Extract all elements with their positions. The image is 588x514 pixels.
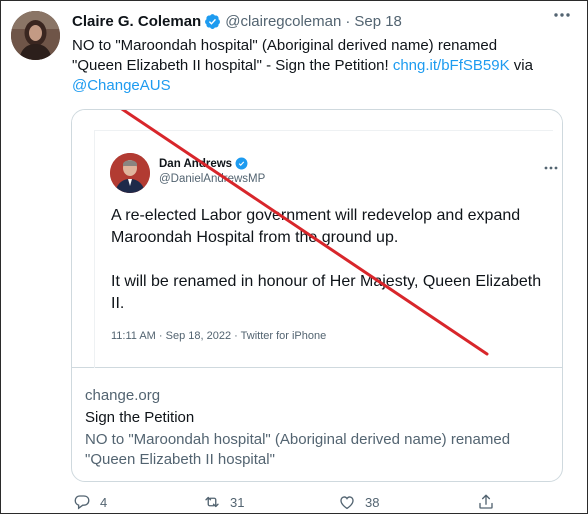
embedded-more-icon [543,160,559,170]
card-domain: change.org [85,387,161,404]
author-name[interactable]: Claire G. Coleman [72,12,201,31]
more-options-icon[interactable] [547,5,577,25]
verified-badge-icon [204,13,221,30]
card-title: Sign the Petition [85,409,195,426]
share-button[interactable] [477,493,504,511]
tweet-text-via: via [509,57,533,74]
tweet-date[interactable]: Sep 18 [354,12,402,31]
card-info: change.org Sign the Petition NO to "Maro… [85,386,555,470]
card-description: NO to "Maroondah hospital" (Aboriginal d… [85,431,511,468]
retweet-button[interactable]: 31 [203,493,244,511]
like-count: 38 [365,494,380,510]
petition-link[interactable]: chng.it/bFfSB59K [393,57,510,74]
author-handle[interactable]: @clairegcoleman [225,12,341,31]
retweet-count: 31 [230,494,245,510]
card-image[interactable]: Dan Andrews @DanielAndrewsMP A re-electe… [72,110,562,368]
reply-count: 4 [100,494,108,510]
action-bar: 4 31 38 [73,493,513,513]
embedded-author-name: Dan Andrews [159,157,248,170]
like-icon [340,496,354,510]
link-card[interactable]: Dan Andrews @DanielAndrewsMP A re-electe… [71,109,563,482]
embedded-tweet-meta: 11:11 AM · Sep 18, 2022 · Twitter for iP… [111,330,327,342]
embedded-author-name-text: Dan Andrews [159,157,233,170]
avatar[interactable] [11,11,60,60]
tweet-header: Claire G. Coleman @clairegcoleman · Sep … [72,12,402,31]
share-icon [479,494,493,509]
mention-link[interactable]: @ChangeAUS [72,77,171,94]
reply-icon [74,495,90,510]
embedded-tweet-text: A re-elected Labor government will redev… [111,205,551,315]
embedded-paragraph-2: It will be renamed in honour of Her Maje… [111,273,542,312]
retweet-icon [205,496,219,508]
reply-button[interactable]: 4 [73,493,107,511]
embedded-verified-icon [235,157,248,170]
embedded-avatar [110,153,150,193]
tweet-text: NO to "Maroondah hospital" (Aboriginal d… [72,36,542,96]
embedded-author-handle: @DanielAndrewsMP [159,173,266,185]
like-button[interactable]: 38 [338,493,379,511]
header-separator: · [345,13,351,30]
tweet-frame: Claire G. Coleman @clairegcoleman · Sep … [0,0,588,514]
embedded-paragraph-1: A re-elected Labor government will redev… [111,207,521,246]
